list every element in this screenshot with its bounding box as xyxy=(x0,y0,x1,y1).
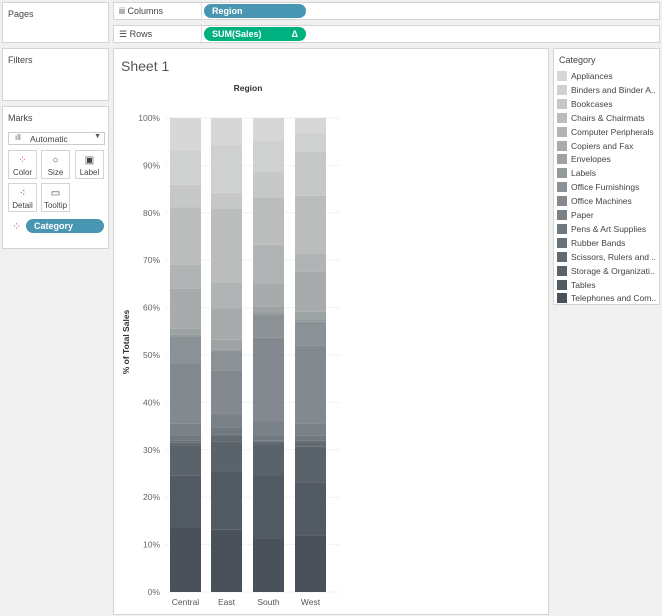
legend-item[interactable]: Paper xyxy=(557,209,594,221)
mark-type-dropdown[interactable]: ıll Automatic ▼ xyxy=(8,132,105,145)
legend-swatch xyxy=(557,251,567,262)
color-label: Color xyxy=(12,168,33,177)
legend-title: Category xyxy=(559,55,596,65)
mark-type-value: Automatic xyxy=(30,134,68,144)
legend-label: Rubber Bands xyxy=(571,237,626,248)
legend-item[interactable]: Copiers and Fax xyxy=(557,140,633,152)
label-icon: ▣ xyxy=(84,155,95,166)
color-button[interactable]: ⁘ Color xyxy=(8,150,37,179)
legend-item[interactable]: Computer Peripherals xyxy=(557,126,654,138)
legend-label: Telephones and Com.. xyxy=(571,293,657,304)
legend-swatch xyxy=(557,140,567,151)
legend-swatch xyxy=(557,223,567,234)
legend-swatch xyxy=(557,210,567,220)
tooltip-label: Tooltip xyxy=(43,201,68,210)
rows-shelf: ☰ Rows SUM(Sales) Δ xyxy=(113,25,660,43)
marks-title: Marks xyxy=(8,113,33,123)
columns-shelf: iii Columns Region xyxy=(113,2,660,20)
legend-label: Envelopes xyxy=(571,154,611,165)
legend-swatch xyxy=(557,182,567,193)
legend-item[interactable]: Binders and Binder A.. xyxy=(557,84,656,96)
tooltip-button[interactable]: ▭ Tooltip xyxy=(41,183,70,212)
color-dots-icon: ⁘ xyxy=(12,221,22,233)
legend-label: Computer Peripherals xyxy=(571,126,654,137)
legend-swatch xyxy=(557,265,567,276)
legend-label: Chairs & Chairmats xyxy=(571,112,645,123)
legend-label: Office Furnishings xyxy=(571,182,640,193)
legend-item[interactable]: Office Furnishings xyxy=(557,181,639,193)
legend-label: Appliances xyxy=(571,71,613,81)
label-button[interactable]: ▣ Label xyxy=(75,150,104,179)
legend-label: Pens & Art Supplies xyxy=(571,223,647,234)
legend-label: Labels xyxy=(571,168,597,179)
legend-swatch xyxy=(557,196,567,207)
legend-item[interactable]: Bookcases xyxy=(557,98,613,110)
legend-swatch xyxy=(557,154,567,165)
detail-button[interactable]: ⁖ Detail xyxy=(8,183,37,212)
legend-label: Binders and Binder A.. xyxy=(571,84,656,95)
legend-label: Scissors, Rulers and .. xyxy=(571,251,657,262)
legend-item[interactable]: Labels xyxy=(557,167,596,179)
legend-item[interactable]: Envelopes xyxy=(557,153,611,165)
legend-item[interactable]: Telephones and Com.. xyxy=(557,292,656,304)
legend-label: Copiers and Fax xyxy=(571,140,634,151)
size-icon: ○ xyxy=(52,155,59,166)
label-label: Label xyxy=(79,168,100,177)
legend-swatch xyxy=(557,279,567,290)
rows-icon: ☰ xyxy=(119,29,128,39)
columns-icon: iii xyxy=(119,6,125,16)
region-pill[interactable]: Region xyxy=(204,4,306,18)
bar-chart-icon: ıll xyxy=(15,133,21,142)
legend-label: Paper xyxy=(571,210,594,220)
detail-label: Detail xyxy=(12,201,33,210)
legend-swatch xyxy=(557,84,567,95)
marks-panel: Marks ıll Automatic ▼ ⁘ Color ○ Size ▣ Labe… xyxy=(2,106,109,249)
legend-swatch xyxy=(557,98,567,109)
category-color-pill[interactable]: Category xyxy=(26,219,104,233)
rows-label: ☰ Rows xyxy=(119,29,153,39)
legend-item[interactable]: Appliances xyxy=(557,70,613,82)
columns-label: iii Columns xyxy=(119,6,164,16)
legend-swatch xyxy=(557,293,567,304)
chevron-down-icon: ▼ xyxy=(94,133,101,140)
filters-title: Filters xyxy=(8,55,33,65)
size-button[interactable]: ○ Size xyxy=(41,150,70,179)
legend-label: Office Machines xyxy=(571,196,632,207)
color-icon: ⁘ xyxy=(18,155,27,166)
category-legend: Category Appliances Binders and Binder A.… xyxy=(553,48,660,305)
legend-swatch xyxy=(557,168,567,179)
legend-swatch xyxy=(557,237,567,248)
pages-panel[interactable]: Pages xyxy=(2,2,109,43)
legend-item[interactable]: Chairs & Chairmats xyxy=(557,112,645,124)
legend-item[interactable]: Tables xyxy=(557,279,596,291)
legend-swatch xyxy=(557,71,567,81)
legend-item[interactable]: Rubber Bands xyxy=(557,237,625,249)
sheet-title: Sheet 1 xyxy=(121,58,170,74)
tooltip-icon: ▭ xyxy=(50,188,61,199)
legend-label: Bookcases xyxy=(571,98,613,109)
legend-item[interactable]: Storage & Organizati.. xyxy=(557,265,655,277)
legend-item[interactable]: Scissors, Rulers and .. xyxy=(557,251,656,263)
legend-swatch xyxy=(557,112,567,123)
legend-item[interactable]: Office Machines xyxy=(557,195,632,207)
size-label: Size xyxy=(47,168,64,177)
detail-icon: ⁖ xyxy=(19,188,26,199)
sheet-view: Sheet 1 xyxy=(113,48,549,615)
pages-title: Pages xyxy=(8,9,34,19)
legend-label: Storage & Organizati.. xyxy=(571,265,655,276)
sum-sales-pill[interactable]: SUM(Sales) Δ xyxy=(204,27,306,41)
legend-label: Tables xyxy=(571,279,596,290)
delta-icon: Δ xyxy=(291,29,298,39)
legend-swatch xyxy=(557,126,567,137)
filters-panel[interactable]: Filters xyxy=(2,48,109,101)
legend-item[interactable]: Pens & Art Supplies xyxy=(557,223,646,235)
